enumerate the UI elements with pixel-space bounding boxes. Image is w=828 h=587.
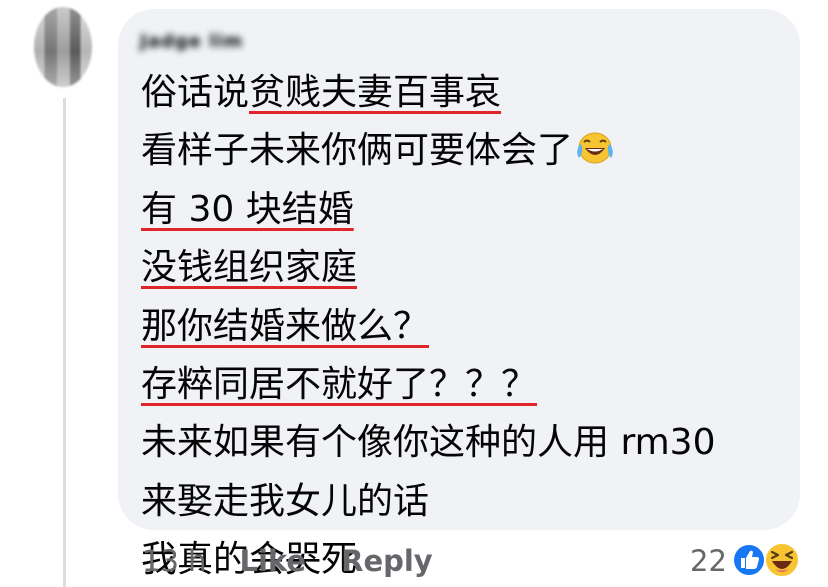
comment-line: 未来如果有个像你这种的人用 rm30 <box>141 414 716 472</box>
comment-line: 来娶走我女儿的话 <box>141 473 716 531</box>
comment-line: 俗话说贫贱夫妻百事哀 <box>141 64 716 122</box>
underlined-phrase: 有 30 块结婚 <box>141 188 354 230</box>
timestamp[interactable]: 13 h <box>142 544 207 578</box>
like-button[interactable]: Like <box>240 544 307 578</box>
reaction-count[interactable]: 22 <box>690 544 727 578</box>
comment-author-name[interactable]: Jadge lim <box>140 31 243 52</box>
thread-line <box>63 98 66 587</box>
comment-screen: Jadge lim 俗话说贫贱夫妻百事哀 看样子未来你俩可要体会了 有 30 块… <box>0 0 828 587</box>
haha-reaction-icon <box>763 542 800 578</box>
underlined-phrase: 存粹同居不就好了？？？ <box>141 363 538 405</box>
underlined-phrase: 没钱组织家庭 <box>141 247 358 289</box>
comment-text: 俗话说贫贱夫妻百事哀 看样子未来你俩可要体会了 有 30 块结婚 没钱组织家庭 … <box>141 64 716 587</box>
comment-line: 有 30 块结婚 <box>141 181 716 239</box>
reaction-icons[interactable] <box>731 541 803 581</box>
reply-button[interactable]: Reply <box>341 544 433 578</box>
comment-line-text: 未来如果有个像你这种的人用 rm30 <box>141 422 716 464</box>
comment-line-text: 看样子未来你俩可要体会了 <box>141 130 574 172</box>
comment-line: 那你结婚来做么？ <box>141 298 716 356</box>
comment-line: 看样子未来你俩可要体会了 <box>141 122 716 180</box>
avatar[interactable] <box>34 7 92 87</box>
laughing-with-tears-emoji <box>577 132 613 164</box>
comment-line-text: 来娶走我女儿的话 <box>141 480 430 522</box>
underlined-phrase: 那你结婚来做么？ <box>141 305 430 347</box>
comment-actions: 13 h Like Reply <box>142 537 468 585</box>
like-reaction-icon <box>731 543 766 577</box>
comment-line-text: 俗话说 <box>141 72 250 113</box>
comment-line: 存粹同居不就好了？？？ <box>141 356 716 414</box>
reaction-summary[interactable]: 22 <box>690 537 803 585</box>
comment-line: 没钱组织家庭 <box>141 239 716 297</box>
underlined-phrase: 贫贱夫妻百事哀 <box>249 72 502 113</box>
